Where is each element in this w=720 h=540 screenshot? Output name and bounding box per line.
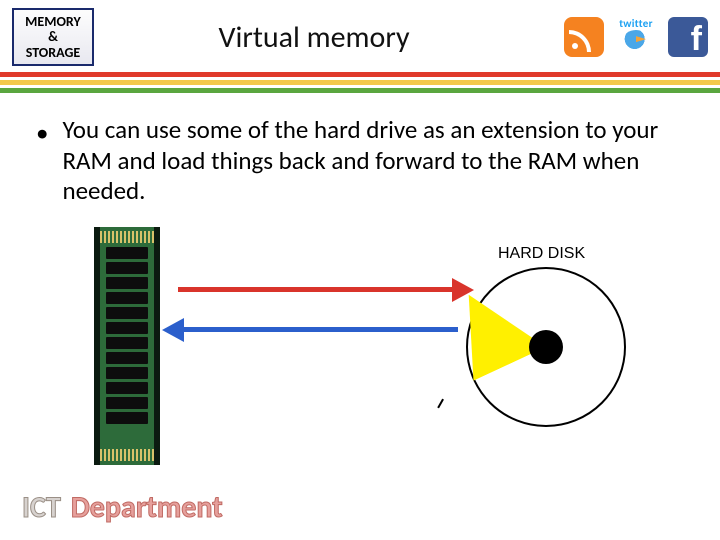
- rss-icon[interactable]: [564, 17, 604, 57]
- arrow-ram-to-disk: [178, 287, 458, 292]
- slide-content: • You can use some of the hard drive as …: [0, 93, 720, 477]
- social-icons: twitter f: [564, 17, 708, 57]
- facebook-icon[interactable]: f: [668, 17, 708, 57]
- virtual-memory-diagram: HARD DISK: [36, 227, 684, 477]
- tick-mark: [432, 395, 444, 408]
- ram-module-icon: [94, 227, 160, 465]
- hard-disk-label: HARD DISK: [498, 245, 585, 263]
- arrow-disk-to-ram: [178, 327, 458, 332]
- twitter-icon[interactable]: twitter: [610, 17, 662, 57]
- slide-footer: ICT Department: [22, 489, 223, 526]
- twitter-bird-icon: [623, 30, 649, 50]
- arrow-head-icon: [162, 318, 184, 342]
- footer-ict: ICT: [22, 489, 61, 526]
- header-stripes: [0, 72, 720, 93]
- hard-disk-icon: [466, 267, 626, 427]
- bullet-item: • You can use some of the hard drive as …: [36, 115, 684, 207]
- twitter-wordmark: twitter: [619, 17, 653, 30]
- slide-header: MEMORY & STORAGE Virtual memory twitter …: [0, 0, 720, 66]
- bullet-text: You can use some of the hard drive as an…: [62, 115, 684, 207]
- bullet-marker: •: [36, 115, 48, 207]
- footer-department: Department: [71, 489, 223, 526]
- slide-title: Virtual memory: [76, 19, 552, 56]
